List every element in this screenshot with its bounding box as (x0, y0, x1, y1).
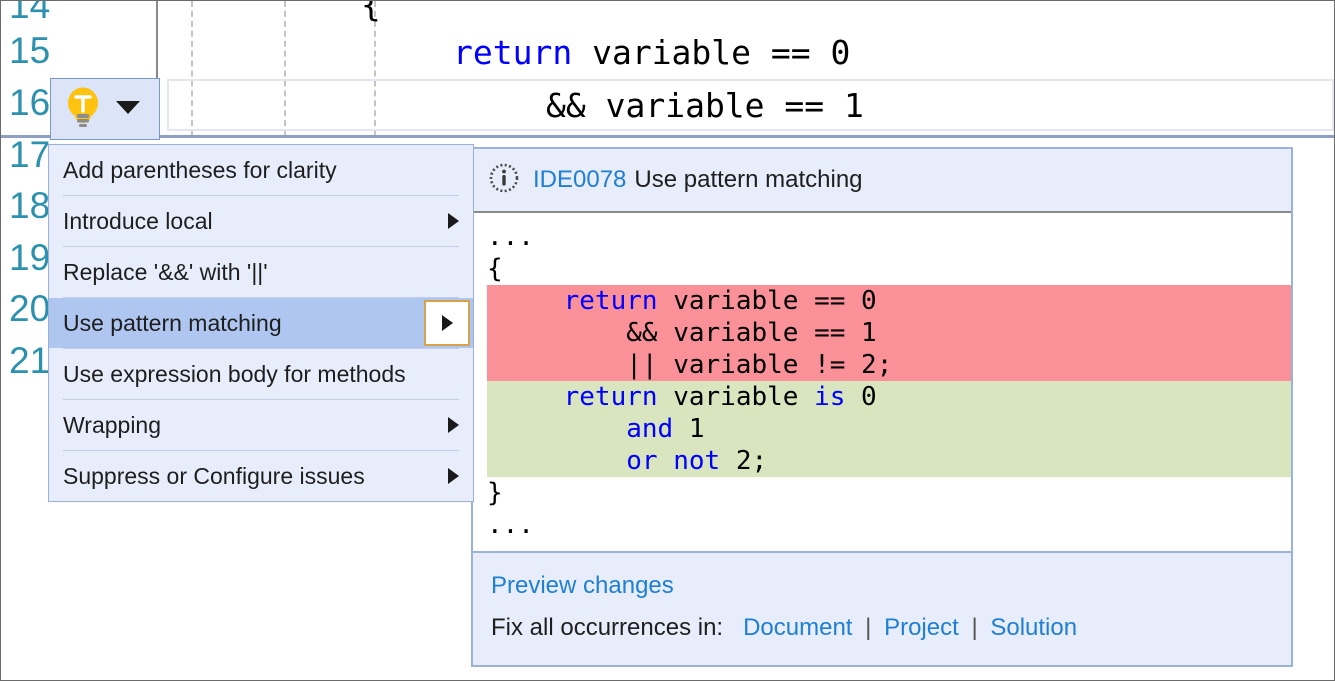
diff-added-block: return variable is 0 and 1 or not 2; (487, 381, 1291, 477)
keyword-return: return (453, 33, 573, 72)
preview-context-line: { (487, 254, 503, 284)
preview-changes-link[interactable]: Preview changes (491, 572, 674, 599)
line-number-15: 15 (9, 30, 51, 71)
visual-studio-quick-actions-screenshot: { return variable == 0 && variable == 1 … (0, 0, 1335, 681)
menu-item-label: Replace '&&' with '||' (63, 258, 268, 285)
diff-added-line: or not 2; (626, 446, 768, 476)
submenu-chevron-right-icon[interactable] (433, 196, 473, 246)
menu-item-label: Use expression body for methods (63, 360, 406, 387)
menu-item-add-parentheses-for-clarity[interactable]: Add parentheses for clarity (49, 145, 473, 195)
menu-item-suppress-or-configure-issues[interactable]: Suppress or Configure issues (49, 451, 473, 501)
current-line-highlight (167, 79, 1334, 131)
submenu-chevron-right-icon[interactable] (433, 400, 473, 450)
fix-all-solution-link[interactable]: Solution (990, 614, 1077, 641)
diff-removed-block: return variable == 0 && variable == 1 ||… (487, 285, 1291, 381)
separator: | (865, 614, 872, 641)
menu-item-replace-with[interactable]: Replace '&&' with '||' (49, 247, 473, 297)
code-line-15: return variable == 0 (453, 27, 850, 79)
submenu-chevron-right-icon[interactable] (433, 451, 473, 501)
quick-actions-preview-panel: IDE0078 Use pattern matching ... { retur… (471, 147, 1293, 667)
preview-context-line: ... (487, 510, 534, 540)
menu-item-label: Use pattern matching (63, 309, 282, 336)
preview-header: IDE0078 Use pattern matching (473, 149, 1291, 213)
menu-item-use-pattern-matching[interactable]: Use pattern matching (49, 298, 473, 348)
code-text: variable == 0 (572, 33, 851, 72)
menu-item-wrapping[interactable]: Wrapping (49, 400, 473, 450)
fix-all-document-link[interactable]: Document (743, 614, 852, 641)
submenu-chevron-right-icon[interactable] (424, 300, 470, 346)
diff-removed-line: return variable == 0 (563, 286, 877, 316)
quick-actions-lightbulb-button[interactable] (50, 78, 160, 140)
preview-changes-row: Preview changes (491, 565, 1291, 607)
menu-item-use-expression-body-for-methods[interactable]: Use expression body for methods (49, 349, 473, 399)
fix-all-row: Fix all occurrences in: Document | Proje… (491, 607, 1291, 649)
line-number-14: 14 (9, 1, 51, 26)
code-editor[interactable]: { return variable == 0 && variable == 1 … (1, 1, 1334, 137)
info-icon (489, 163, 519, 198)
chevron-down-icon[interactable] (115, 99, 141, 120)
diff-removed-line: && variable == 1 (626, 318, 877, 348)
diff-removed-line: || variable != 2; (626, 350, 893, 380)
diagnostic-id: IDE0078 (533, 166, 627, 193)
separator: | (971, 614, 978, 641)
diagnostic-title: Use pattern matching (634, 166, 863, 193)
preview-context-line: ... (487, 222, 534, 252)
fix-all-project-link[interactable]: Project (884, 614, 959, 641)
diff-added-line: return variable is 0 (563, 382, 877, 412)
menu-item-label: Add parentheses for clarity (63, 156, 337, 183)
diff-added-line: and 1 (626, 414, 705, 444)
preview-context-line: } (487, 478, 503, 508)
fix-all-label: Fix all occurrences in: (491, 614, 724, 641)
code-line-14: { (361, 1, 381, 24)
menu-item-introduce-local[interactable]: Introduce local (49, 196, 473, 246)
preview-diff-body: ... { return variable == 0 && variable =… (473, 213, 1291, 551)
menu-item-label: Suppress or Configure issues (63, 462, 365, 489)
menu-item-label: Wrapping (63, 411, 162, 438)
lightbulb-icon (63, 85, 103, 134)
quick-actions-context-menu[interactable]: Add parentheses for clarity Introduce loc… (48, 144, 474, 502)
editor-bottom-border (1, 135, 1334, 138)
preview-footer: Preview changes Fix all occurrences in: … (473, 551, 1291, 665)
menu-item-label: Introduce local (63, 207, 213, 234)
